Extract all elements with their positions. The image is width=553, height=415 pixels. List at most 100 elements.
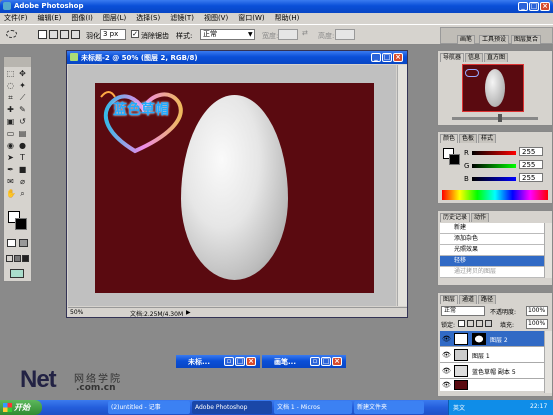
document-titlebar[interactable]: 未标题-2 @ 50% (图层 2, RGB/8) _ □ × (67, 51, 407, 64)
brush-tool-icon[interactable]: ✎ (18, 105, 27, 114)
navigator-zoom-thumb[interactable] (498, 114, 502, 122)
doc-close-icon[interactable]: × (393, 53, 403, 62)
notes-tool-icon[interactable]: ✉ (6, 177, 15, 186)
zoom-tool-icon[interactable]: ⌕ (18, 189, 27, 198)
type-tool-icon[interactable]: T (18, 153, 27, 162)
tab-actions[interactable]: 动作 (471, 213, 490, 222)
move-tool-icon[interactable]: ✥ (18, 69, 27, 78)
b-value[interactable]: 255 (519, 173, 543, 182)
quickmask-on-icon[interactable] (19, 239, 28, 247)
history-item[interactable]: 添加杂色 (440, 234, 544, 245)
layers-scrollbar[interactable] (544, 331, 552, 393)
tab-layers[interactable]: 图层 (440, 295, 459, 304)
tab-navigator[interactable]: 导航器 (440, 53, 465, 62)
maximize-icon[interactable]: □ (529, 2, 539, 11)
canvas[interactable]: 蓝色草帽 (95, 83, 374, 293)
width-input[interactable] (278, 29, 298, 40)
menu-filter[interactable]: 滤镜(T) (170, 14, 194, 22)
menu-edit[interactable]: 编辑(E) (38, 14, 62, 22)
path-select-tool-icon[interactable]: ➤ (6, 153, 15, 162)
lasso-tool-icon[interactable]: ◌ (6, 81, 15, 90)
antialias-checkbox[interactable]: ✓ (131, 30, 139, 38)
screen-mode-2-icon[interactable] (14, 255, 21, 262)
well-tab-comps[interactable]: 图层复合 (511, 35, 542, 44)
restore-icon[interactable]: ▫ (224, 357, 234, 366)
lock-move-icon[interactable] (476, 320, 483, 327)
screen-mode-3-icon[interactable] (22, 255, 29, 262)
tab-info[interactable]: 信息 (465, 53, 484, 62)
minimize-icon[interactable]: _ (518, 2, 528, 11)
marquee-tool-icon[interactable]: ⬚ (6, 69, 15, 78)
history-item-disabled[interactable]: 通过拷贝的图层 (440, 267, 544, 278)
menu-image[interactable]: 图像(I) (71, 14, 93, 22)
minimized-window-1[interactable]: 未标... ▫ □ × (176, 355, 260, 368)
eyedropper-tool-icon[interactable]: ⌀ (18, 177, 27, 186)
b-slider[interactable] (472, 177, 516, 181)
slice-tool-icon[interactable]: ⟋ (18, 93, 27, 102)
tab-color[interactable]: 颜色 (440, 134, 459, 143)
healing-tool-icon[interactable]: ✚ (6, 105, 15, 114)
color-bg-swatch[interactable] (449, 154, 460, 165)
eye-icon[interactable]: 👁 (442, 351, 451, 359)
tab-paths[interactable]: 路径 (478, 295, 497, 304)
zoom-level[interactable]: 50% (70, 309, 83, 316)
hand-tool-icon[interactable]: ✋ (6, 189, 16, 198)
magic-wand-tool-icon[interactable]: ✦ (18, 81, 27, 90)
navigator-zoom-slider[interactable] (452, 117, 538, 120)
clock[interactable]: 22:17 (530, 403, 547, 410)
layer-row-selected[interactable]: 👁 图层 2 (440, 331, 544, 347)
history-scrollbar[interactable] (544, 223, 552, 278)
jump-to-imageready-icon[interactable] (10, 269, 24, 278)
color-spectrum-bar[interactable] (442, 190, 548, 200)
tab-channels[interactable]: 通道 (459, 295, 478, 304)
task-notepad[interactable]: (2)untitled - 记事 (108, 401, 190, 414)
eye-icon[interactable]: 👁 (442, 335, 451, 343)
layer-row[interactable]: 👁 (440, 379, 544, 391)
eraser-tool-icon[interactable]: ▭ (6, 129, 15, 138)
task-photoshop[interactable]: Adobe Photoshop (192, 401, 272, 414)
menu-layer[interactable]: 图层(L) (103, 14, 126, 22)
history-item[interactable]: 新建 (440, 223, 544, 234)
screen-mode-1-icon[interactable] (6, 255, 13, 262)
background-color-swatch[interactable] (15, 218, 27, 230)
dodge-tool-icon[interactable]: ● (18, 141, 27, 150)
selection-mode-icon[interactable] (38, 30, 47, 39)
style-select[interactable]: 正常 (200, 29, 255, 40)
style-select-arrow-icon[interactable]: ▼ (248, 31, 253, 38)
status-arrow-icon[interactable]: ▶ (186, 309, 191, 316)
quickmask-off-icon[interactable] (7, 239, 16, 247)
canvas-area[interactable]: 蓝色草帽 (68, 65, 396, 306)
menu-file[interactable]: 文件(F) (4, 14, 28, 22)
blend-mode-select[interactable]: 正常 (441, 306, 485, 316)
tab-styles[interactable]: 样式 (478, 134, 497, 143)
r-value[interactable]: 255 (519, 147, 543, 156)
history-item-selected[interactable]: 轻移 (440, 256, 544, 267)
tab-history[interactable]: 历史记录 (440, 213, 471, 222)
history-item[interactable]: 光照效果 (440, 245, 544, 256)
feather-input[interactable]: 3 px (100, 29, 126, 40)
fill-input[interactable]: 100% (526, 319, 548, 329)
height-input[interactable] (335, 29, 355, 40)
doc-minimize-icon[interactable]: _ (371, 53, 381, 62)
r-slider[interactable] (472, 151, 516, 155)
shape-tool-icon[interactable]: ■ (18, 165, 27, 174)
selection-mode-int-icon[interactable] (71, 30, 80, 39)
navigator-preview[interactable] (462, 64, 524, 112)
restore-icon[interactable]: ▫ (310, 357, 320, 366)
stamp-tool-icon[interactable]: ▣ (6, 117, 15, 126)
well-tab-presets[interactable]: 工具预设 (479, 35, 510, 44)
opacity-input[interactable]: 100% (526, 306, 548, 316)
lock-all-icon[interactable] (485, 320, 492, 327)
g-value[interactable]: 255 (519, 160, 543, 169)
eye-icon[interactable]: 👁 (442, 367, 451, 375)
doc-size-info[interactable]: 文档:2.25M/4.30M (130, 309, 183, 318)
task-word[interactable]: 文档 1 - Micros (274, 401, 352, 414)
close-icon[interactable]: × (332, 357, 342, 366)
maximize-icon[interactable]: □ (235, 357, 245, 366)
close-icon[interactable]: × (540, 2, 550, 11)
ime-indicator[interactable]: 英文 (453, 403, 465, 412)
menu-window[interactable]: 窗口(W) (238, 14, 264, 22)
menu-select[interactable]: 选择(S) (136, 14, 160, 22)
maximize-icon[interactable]: □ (321, 357, 331, 366)
ellipse-marquee-icon[interactable] (6, 30, 17, 38)
